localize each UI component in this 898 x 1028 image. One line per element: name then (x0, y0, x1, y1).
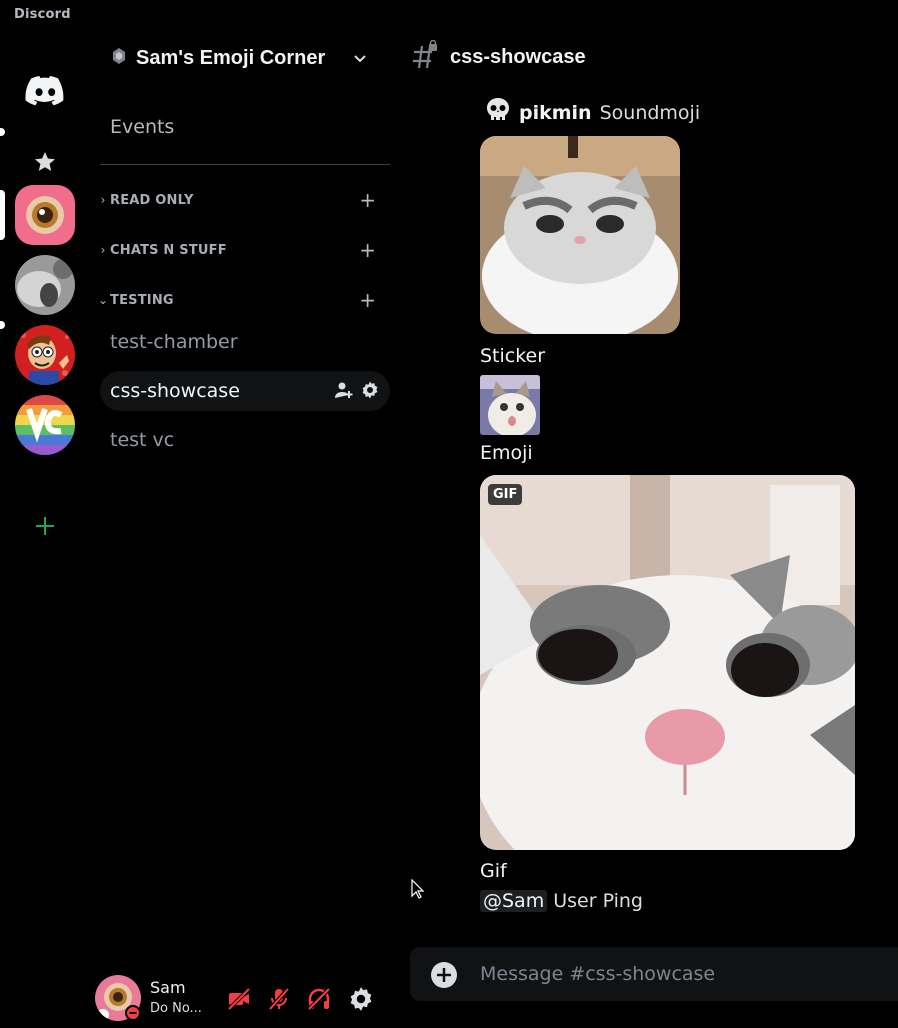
gif-badge: GIF (488, 484, 523, 505)
category-label: TESTING (110, 292, 174, 308)
username: Sam (150, 978, 186, 997)
app-title: Discord (14, 7, 71, 22)
emoji-image[interactable] (480, 375, 540, 435)
channel-test-vc[interactable]: test vc (100, 420, 390, 460)
chevron-right-icon: › (100, 193, 106, 207)
channel-sidebar: Sam's Emoji Corner Events › READ ONLY + … (90, 30, 400, 1028)
user-panel: Sam Do No... (95, 975, 395, 1025)
user-status-text: Do No... (150, 1001, 202, 1016)
selected-server-indicator (0, 190, 5, 240)
channel-label: css-showcase (110, 380, 240, 402)
server-icon-gray[interactable] (15, 255, 75, 315)
server-boost-icon (110, 47, 128, 69)
emoji-label: Emoji (480, 442, 533, 464)
mouse-cursor-icon (411, 878, 425, 903)
gif-label: Gif (480, 860, 507, 882)
plus-icon[interactable]: + (359, 240, 376, 260)
locked-hashtag-icon (410, 39, 440, 74)
soundmoji[interactable]: pikmin Soundmoji (485, 97, 700, 128)
channel-test-chamber[interactable]: test-chamber (100, 322, 390, 362)
gear-icon[interactable] (360, 380, 380, 405)
category-read-only[interactable]: › READ ONLY + (96, 189, 390, 211)
chevron-down-icon[interactable] (352, 50, 368, 70)
category-testing[interactable]: ⌄ TESTING + (96, 289, 390, 311)
server-icon-rainbow-vc[interactable] (15, 395, 75, 455)
unread-indicator (0, 128, 5, 136)
dnd-status-icon (125, 1005, 141, 1021)
unread-indicator (0, 321, 5, 329)
discord-logo-icon[interactable] (25, 75, 65, 107)
chat-header: css-showcase (410, 39, 586, 74)
events-link[interactable]: Events (110, 116, 174, 138)
message-composer (410, 947, 898, 1001)
category-label: CHATS N STUFF (110, 242, 227, 258)
sticker-image[interactable] (480, 136, 680, 334)
mic-muted-icon[interactable] (265, 985, 293, 1013)
headphones-deafened-icon[interactable] (305, 985, 333, 1013)
divider (100, 164, 390, 165)
plus-icon[interactable] (33, 514, 57, 538)
skull-icon (485, 97, 511, 128)
category-label: READ ONLY (110, 192, 194, 208)
add-member-icon[interactable] (334, 380, 354, 405)
soundmoji-name: pikmin (519, 101, 592, 124)
server-rail (0, 30, 90, 1028)
chevron-down-icon: ⌄ (97, 293, 109, 307)
server-icon-emoji-corner[interactable] (15, 185, 75, 245)
plus-icon[interactable]: + (359, 190, 376, 210)
soundmoji-label: Soundmoji (599, 101, 701, 124)
server-header[interactable]: Sam's Emoji Corner (110, 44, 380, 72)
message-input[interactable] (480, 947, 880, 1001)
channel-title: css-showcase (450, 45, 586, 68)
user-mention[interactable]: @Sam (480, 890, 548, 912)
channel-css-showcase[interactable]: css-showcase (100, 371, 390, 411)
star-icon[interactable] (33, 150, 57, 174)
plus-circle-icon[interactable] (430, 961, 458, 989)
gear-icon[interactable] (347, 985, 375, 1013)
gif-image[interactable]: GIF (480, 475, 855, 850)
server-icon-cartoon[interactable] (15, 325, 75, 385)
chevron-right-icon: › (100, 243, 106, 257)
user-ping-message: @Sam User Ping (480, 890, 643, 912)
server-name: Sam's Emoji Corner (136, 46, 326, 69)
camera-off-icon[interactable] (225, 985, 253, 1013)
ping-text: User Ping (553, 890, 643, 912)
sticker-label: Sticker (480, 345, 546, 367)
plus-icon[interactable]: + (359, 290, 376, 310)
category-chats-n-stuff[interactable]: › CHATS N STUFF + (96, 239, 390, 261)
